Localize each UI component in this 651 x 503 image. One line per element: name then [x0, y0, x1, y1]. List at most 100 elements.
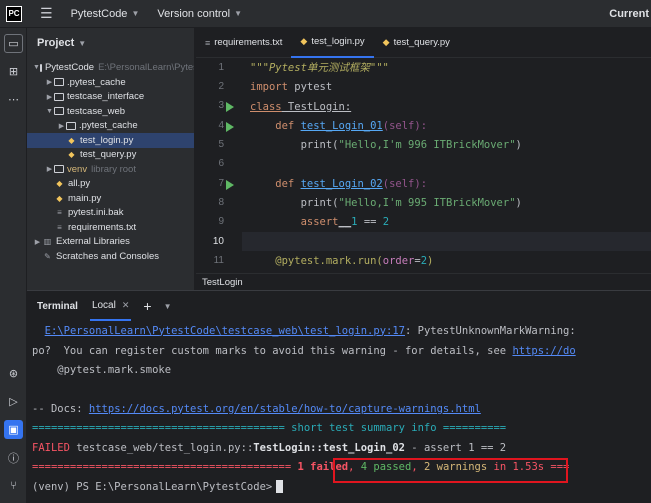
tree-item-label: pytest.ini.bak — [68, 207, 124, 218]
tree-item[interactable]: ▶ .pytest_cache — [27, 75, 194, 90]
editor-gutter: 1 2 3 4 5 6 7 8 9 10 11 — [196, 58, 242, 273]
vcs-menu[interactable]: Version control ▼ — [157, 8, 242, 20]
docs-label: -- Docs: — [32, 402, 89, 415]
decorator: @pytest.mark.run( — [250, 254, 383, 267]
code-text: (self): — [382, 177, 428, 190]
summary-header: ========================================… — [32, 421, 507, 434]
project-panel-header[interactable]: Project ▼ — [27, 28, 194, 58]
file-link[interactable]: E:\PersonalLearn\PytestCode\testcase_web… — [45, 325, 405, 337]
tree-item[interactable]: ▶ .pytest_cache — [27, 118, 194, 133]
terminal-line: @pytest.mark.smoke — [32, 363, 172, 376]
line-number: 10 — [212, 236, 224, 247]
run-gutter-icon[interactable] — [226, 102, 234, 112]
folder-icon — [54, 92, 64, 101]
tree-item[interactable]: ◆ main.py — [27, 191, 194, 206]
tree-item[interactable]: ≡ requirements.txt — [27, 220, 194, 235]
terminal-tabs: Terminal Local ✕ + ▼ — [27, 291, 651, 321]
code-line: print("Hello,I'm 996 ITBrickMover") — [242, 135, 651, 154]
project-switcher[interactable]: PytestCode ▼ — [71, 8, 140, 20]
text-file-icon: ≡ — [57, 208, 62, 217]
new-tab-icon[interactable]: + — [143, 298, 151, 314]
terminal-title: Terminal — [37, 300, 78, 312]
tree-item[interactable]: ◆ test_query.py — [27, 147, 194, 162]
tree-item[interactable]: ◆ test_login.py — [27, 132, 194, 148]
folder-icon — [39, 63, 42, 72]
keyword: assert — [250, 215, 339, 228]
code-line: def test_Login_01 (self): — [242, 116, 651, 135]
tree-item-label: External Libraries — [56, 236, 130, 247]
line-number: 4 — [218, 120, 224, 131]
services-icon[interactable]: ⊛ — [4, 364, 23, 383]
docs-link[interactable]: https://docs.pytest.org/en/stable/how-to… — [89, 403, 481, 415]
tree-item[interactable]: ▶ ▥ External Libraries — [27, 234, 194, 249]
project-folder-icon[interactable]: ▭ — [4, 34, 23, 53]
url-link[interactable]: https://do — [512, 345, 575, 357]
tree-item-label: testcase_web — [67, 105, 126, 117]
line-number: 6 — [218, 158, 224, 169]
chevron-down-icon[interactable]: ▼ — [164, 302, 172, 311]
folder-icon — [66, 121, 76, 130]
chevron-down-icon[interactable]: ▼ — [45, 108, 54, 115]
tab-label: test_query.py — [393, 37, 450, 48]
tab-requirements-txt[interactable]: ≡ requirements.txt — [196, 28, 291, 58]
docstring: """Pytest单元测试框架""" — [250, 62, 389, 74]
breadcrumb[interactable]: TestLogin — [196, 273, 651, 290]
scratches-icon: ✎ — [44, 251, 51, 261]
tab-label: test_login.py — [311, 36, 365, 47]
line-number: 5 — [218, 139, 224, 150]
run-gutter-icon[interactable] — [226, 180, 234, 190]
code-text: print( — [250, 138, 339, 151]
tab-test-login-py[interactable]: ◆ test_login.py — [291, 28, 374, 58]
python-file-icon: ◆ — [68, 150, 75, 159]
chevron-right-icon[interactable]: ▶ — [45, 165, 54, 173]
prompt: (venv) PS E:\PersonalLearn\PytestCode> — [32, 480, 273, 493]
code-text: __ — [338, 215, 352, 228]
code-text: == — [357, 215, 383, 228]
chevron-right-icon[interactable]: ▶ — [45, 93, 54, 101]
code-line: print("Hello,I'm 995 ITBrickMover") — [242, 193, 651, 212]
chevron-down-icon: ▼ — [131, 9, 140, 18]
function-name: test_Login_02 — [300, 177, 383, 190]
tree-item[interactable]: ≡ pytest.ini.bak — [27, 205, 194, 220]
git-icon[interactable]: ⑂ — [4, 476, 23, 495]
text-file-icon: ≡ — [205, 37, 211, 48]
run-icon[interactable]: ▷ — [4, 392, 23, 411]
terminal-icon[interactable]: ▣ — [4, 420, 23, 439]
structure-icon[interactable]: ⊞ — [4, 62, 23, 81]
tree-item[interactable]: ▼ PytestCodeE:\PersonalLearn\PytestCode — [27, 60, 194, 75]
folder-icon — [54, 165, 64, 173]
chevron-down-icon[interactable]: ▼ — [33, 64, 40, 71]
keyword: import — [250, 80, 288, 93]
line-number: 11 — [213, 255, 224, 266]
close-icon[interactable]: ✕ — [122, 300, 130, 311]
code-editor[interactable]: """Pytest单元测试框架""" import pytest class T… — [242, 58, 651, 273]
failed-label: FAILED — [32, 441, 70, 454]
run-config-selector[interactable]: Current — [609, 8, 649, 20]
tree-item[interactable]: ◆ all.py — [27, 176, 194, 191]
title-bar: PC ☰ PytestCode ▼ Version control ▼ Curr… — [0, 0, 651, 28]
line-number: 9 — [218, 216, 224, 227]
chevron-right-icon[interactable]: ▶ — [45, 78, 54, 86]
tree-item[interactable]: ▶ venv library root — [27, 162, 194, 177]
tree-item-label: PytestCode — [44, 62, 95, 73]
tree-item[interactable]: ▶ testcase_interface — [27, 89, 194, 104]
main-menu-icon[interactable]: ☰ — [40, 5, 53, 22]
tab-local[interactable]: Local ✕ — [89, 292, 132, 321]
more-icon[interactable]: ⋯ — [4, 90, 23, 109]
keyword: def — [250, 177, 301, 190]
tree-item[interactable]: ✎ Scratches and Consoles — [27, 249, 194, 264]
run-gutter-icon[interactable] — [226, 122, 234, 132]
code-line: class TestLogin: — [242, 97, 651, 116]
problems-icon[interactable]: ⓘ — [4, 448, 23, 467]
tab-test-query-py[interactable]: ◆ test_query.py — [374, 28, 459, 58]
prompt-line: (venv) PS E:\PersonalLearn\PytestCode> — [32, 477, 284, 496]
tree-item[interactable]: ▼ testcase_web — [27, 104, 194, 119]
terminal-line: -- Docs: https://docs.pytest.org/en/stab… — [32, 399, 481, 418]
app-logo-icon: PC — [6, 5, 22, 22]
chevron-down-icon: ▼ — [78, 38, 87, 48]
class-name: TestLogin: — [281, 100, 352, 113]
project-panel-title: Project — [37, 37, 75, 49]
chevron-right-icon[interactable]: ▶ — [33, 238, 42, 246]
tree-item-label: main.py — [68, 192, 102, 204]
chevron-right-icon[interactable]: ▶ — [57, 122, 66, 130]
